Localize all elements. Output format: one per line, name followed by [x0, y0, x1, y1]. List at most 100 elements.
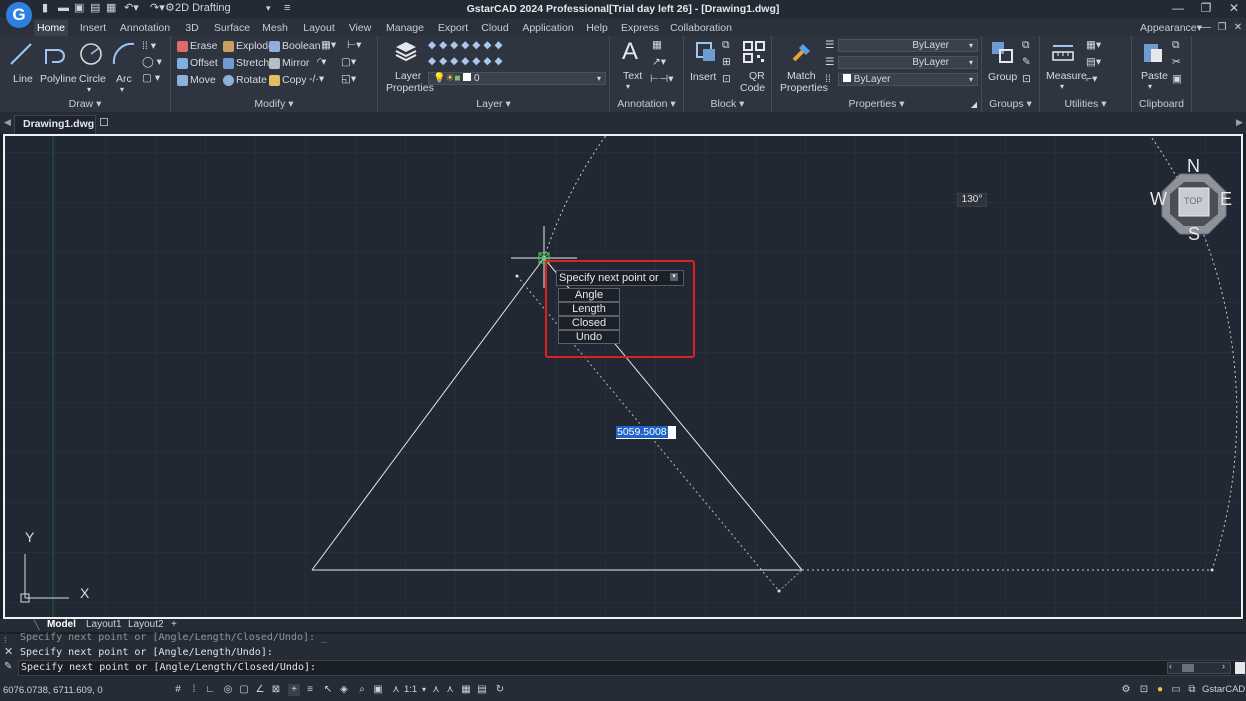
isolate-objects-icon[interactable]: ● [1154, 684, 1166, 696]
command-grip-icon[interactable]: ⁞ [4, 635, 7, 645]
insert-block-button[interactable]: Insert [688, 38, 722, 94]
tab-annotation[interactable]: Annotation [118, 20, 172, 36]
hatch-dots-icon[interactable]: ⁞⁞ ▾ [142, 40, 156, 52]
annotation-panel-title[interactable]: Annotation ▾ [610, 98, 683, 110]
layer-properties-button[interactable]: Layer Properties [382, 38, 434, 94]
close-button[interactable]: ✕ [1224, 1, 1244, 16]
dimension-icon[interactable]: ⊢⊣▾ [650, 73, 674, 85]
draw-panel-title[interactable]: Draw ▾ [0, 98, 170, 110]
ellipse-icon[interactable]: ◯ ▾ [142, 56, 162, 68]
document-tab[interactable]: Drawing1.dwg [14, 115, 96, 134]
id-point-icon[interactable]: ⌐▾ [1086, 73, 1097, 85]
tab-layout[interactable]: Layout [300, 20, 338, 36]
tab-view[interactable]: View [346, 20, 374, 36]
pan-icon[interactable]: ▣ [372, 684, 384, 696]
annotation-visibility-icon[interactable]: ⋏ [430, 684, 442, 696]
command-close-icon[interactable]: ✕ [4, 645, 13, 658]
viewport-icon[interactable]: ▦ [460, 684, 472, 696]
align-icon[interactable]: ⊢▾ [347, 39, 361, 51]
tab-home[interactable]: Home [34, 20, 68, 36]
boolean-button[interactable]: Boolean [269, 40, 321, 52]
trim-icon[interactable]: -/·▾ [309, 73, 324, 85]
otrack-toggle-icon[interactable]: ∠ [254, 684, 266, 696]
tab-insert[interactable]: Insert [76, 20, 110, 36]
groups-panel-title[interactable]: Groups ▾ [982, 98, 1039, 110]
polyline-button[interactable]: Polyline [38, 40, 77, 92]
paste-dropdown-icon[interactable]: ▾ [1148, 82, 1152, 91]
lineweight-toggle-icon[interactable]: ≡ [304, 684, 316, 696]
annotation-scale-icon[interactable]: ⋏ [390, 684, 402, 696]
scroll-left-icon[interactable]: ‹ [1169, 661, 1172, 671]
array-icon[interactable]: ▦▾ [321, 39, 336, 51]
properties-panel-title[interactable]: Properties ▾ [772, 98, 981, 110]
new-tab-icon[interactable] [100, 118, 108, 126]
scale-dropdown-icon[interactable]: ▾ [418, 684, 430, 696]
properties-launcher-icon[interactable]: ◢ [971, 100, 977, 109]
tab-manage[interactable]: Manage [384, 20, 426, 36]
leader-icon[interactable]: ↗▾ [652, 56, 666, 68]
linetype-select[interactable]: ByLayer ▾ [838, 56, 978, 69]
circle-dropdown-icon[interactable]: ▾ [87, 85, 91, 94]
tab-3d[interactable]: 3D [181, 20, 203, 36]
tab-express[interactable]: Express [621, 20, 659, 36]
utilities-panel-title[interactable]: Utilities ▾ [1040, 98, 1131, 110]
paste-button[interactable]: Paste ▾ [1136, 38, 1170, 94]
lineweight-select[interactable]: ByLayer ▾ [838, 73, 978, 86]
compass-east[interactable]: E [1220, 189, 1232, 210]
quick-select-icon[interactable]: ▤▾ [1086, 56, 1101, 68]
layer-tools-row-2-icons[interactable]: ◆◆◆◆◆◆◆ [428, 55, 506, 67]
text-button[interactable]: A Text ▾ [618, 38, 646, 94]
tab-collaboration[interactable]: Collaboration [670, 20, 732, 36]
app-logo-icon[interactable]: G [6, 2, 32, 28]
layer-select[interactable]: 💡☀■ 0 ▾ [428, 72, 606, 85]
mirror-button[interactable]: Mirror [269, 57, 309, 69]
minimize-button[interactable]: — [1168, 1, 1188, 16]
tab-scroll-left-icon[interactable]: ◀ [4, 117, 11, 128]
restore-button[interactable]: ❐ [1196, 1, 1216, 16]
qr-code-button[interactable]: QR Code [736, 38, 770, 94]
cut-icon[interactable]: ✂ [1172, 56, 1181, 68]
stretch-button[interactable]: Stretch [223, 57, 269, 69]
block-attribute-icon[interactable]: ⊡ [722, 73, 731, 85]
ducs-toggle-icon[interactable]: ⊠ [270, 684, 282, 696]
block-panel-title[interactable]: Block ▾ [684, 98, 771, 110]
tab-export[interactable]: Export [436, 20, 470, 36]
group-button[interactable]: Group [986, 38, 1017, 94]
copy-button[interactable]: Copy [269, 74, 307, 86]
clean-screen-icon[interactable]: ⧉ [1186, 684, 1198, 696]
copy-base-icon[interactable]: ▣ [1172, 73, 1182, 85]
layout-grid-icon[interactable]: ▤ [476, 684, 488, 696]
explode-button[interactable]: Explode [223, 40, 274, 52]
snap-toggle-icon[interactable]: ⁞ [188, 684, 200, 696]
ortho-toggle-icon[interactable]: ∟ [204, 684, 216, 696]
layer-panel-title[interactable]: Layer ▾ [378, 98, 609, 110]
hardware-acceleration-icon[interactable]: ▭ [1170, 684, 1182, 696]
rotate-button[interactable]: Rotate [223, 74, 267, 86]
modify-panel-title[interactable]: Modify ▾ [171, 98, 377, 110]
measure-button[interactable]: Measure ▾ [1044, 38, 1087, 94]
viewcube[interactable]: N S E W TOP [1150, 156, 1232, 245]
auto-scale-icon[interactable]: ⋏ [444, 684, 456, 696]
arc-button[interactable]: Arc ▾ [110, 40, 140, 94]
osnap-toggle-icon[interactable]: ▢ [238, 684, 250, 696]
tab-application[interactable]: Application [521, 20, 575, 36]
compass-south[interactable]: S [1188, 224, 1200, 245]
appearance-menu[interactable]: Appearance▾ [1140, 20, 1202, 36]
dynamic-input-field[interactable]: 5059.5008 [616, 426, 676, 439]
scroll-thumb[interactable] [1182, 664, 1194, 672]
grid-toggle-icon[interactable]: # [172, 684, 184, 696]
calculator-icon[interactable]: ▦▾ [1086, 39, 1101, 51]
polar-toggle-icon[interactable]: ◎ [222, 684, 234, 696]
erase-button[interactable]: Erase [177, 40, 217, 52]
line-button[interactable]: Line [6, 40, 36, 92]
workspace-switch-icon[interactable]: ◈ [338, 684, 350, 696]
command-settings-icon[interactable]: ✎ [4, 661, 12, 672]
block-create-icon[interactable]: ⧉ [722, 39, 730, 52]
group-edit-icon[interactable]: ✎ [1022, 56, 1031, 68]
drawing-canvas[interactable]: Y X 130° [3, 134, 1243, 619]
group-select-icon[interactable]: ⊡ [1022, 73, 1031, 85]
command-input[interactable]: Specify next point or [Angle/Length/Clos… [18, 660, 1246, 676]
compass-west[interactable]: W [1150, 189, 1167, 210]
status-refresh-icon[interactable]: ↻ [494, 684, 506, 696]
layer-tools-row-1-icons[interactable]: ◆◆◆◆◆◆◆ [428, 39, 506, 51]
